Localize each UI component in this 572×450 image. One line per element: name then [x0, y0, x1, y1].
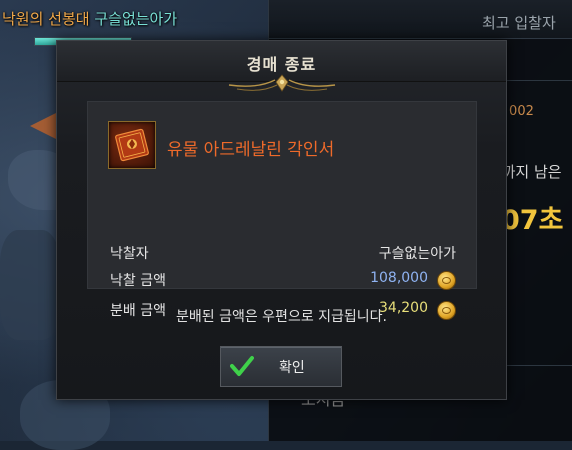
mail-notice: 분배된 금액은 우편으로 지급됩니다.: [176, 309, 387, 325]
winner-row: 낙찰자 구슬없는아가: [110, 243, 456, 265]
background-rock: [0, 230, 60, 340]
winner-label: 낙찰자: [110, 246, 149, 262]
winning-bid-row: 낙찰 금액 108,000: [110, 270, 456, 292]
chat-player-name[interactable]: 구슬없는아가: [94, 10, 177, 28]
divider: [504, 80, 572, 81]
item-name: 유물 아드레날린 각인서: [167, 140, 335, 160]
checkmark-icon: [230, 356, 254, 376]
winning-bid-label: 낙찰 금액: [110, 273, 166, 289]
confirm-button[interactable]: 확인: [220, 346, 342, 387]
winning-bid-value: 108,000: [370, 270, 428, 286]
countdown-timer: 07초: [501, 205, 564, 236]
chat-party-name: 낙원의 선봉대: [2, 10, 90, 28]
auction-result-panel: 유물 아드레날린 각인서 낙찰자 구슬없는아가 낙찰 금액 108,000 분배…: [87, 101, 477, 320]
chat-line: 낙원의 선봉대 구슬없는아가: [2, 8, 177, 29]
confirm-button-label: 확인: [279, 360, 305, 376]
highest-bidder-header: 최고 입찰자: [482, 14, 556, 32]
engraving-book-icon[interactable]: [108, 121, 156, 169]
winner-value: 구슬없는아가: [378, 246, 456, 262]
gold-coin-icon: [437, 271, 456, 290]
auction-end-dialog: 경매 종료 유물 아드레날린 각인서 낙찰자 구슬없는아가 낙찰 금액 108,…: [56, 40, 507, 400]
background-flag: [30, 112, 58, 140]
title-ornament-icon: [228, 74, 336, 92]
divider: [504, 365, 572, 366]
